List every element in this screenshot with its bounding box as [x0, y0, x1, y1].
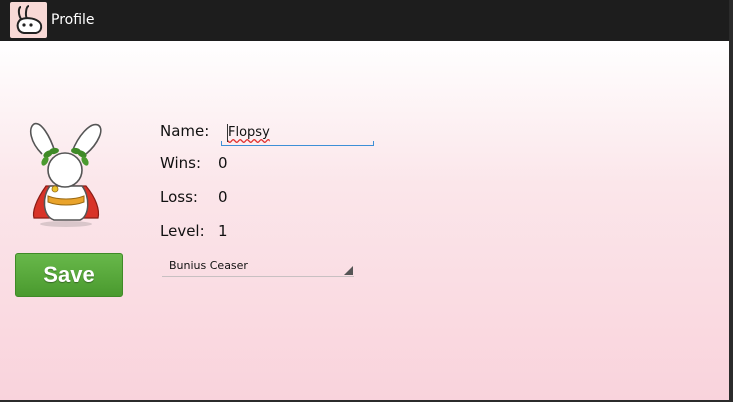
dropdown-arrow-icon: [344, 266, 353, 275]
screen-border-right: [729, 0, 733, 402]
loss-value: 0: [218, 188, 228, 206]
action-bar-title: Profile: [51, 12, 95, 28]
loss-label: Loss:: [160, 188, 198, 206]
profile-screen: Profile Save Name: Flopsy Wins: 0 Loss: …: [0, 0, 729, 400]
save-button[interactable]: Save: [15, 253, 123, 297]
character-selected-value: Bunius Ceaser: [169, 259, 248, 272]
bunny-caesar-avatar: [29, 122, 102, 227]
action-bar: Profile: [0, 0, 729, 41]
name-value: Flopsy: [228, 125, 270, 140]
name-input[interactable]: Flopsy: [221, 121, 374, 146]
wins-label: Wins:: [160, 154, 202, 172]
level-value: 1: [218, 222, 228, 240]
level-label: Level:: [160, 222, 205, 240]
wins-value: 0: [218, 154, 228, 172]
character-spinner[interactable]: Bunius Ceaser: [162, 259, 354, 277]
name-label: Name:: [160, 122, 210, 140]
profile-content: Save Name: Flopsy Wins: 0 Loss: 0 Level:…: [0, 41, 729, 400]
bunny-app-icon[interactable]: [10, 2, 47, 38]
